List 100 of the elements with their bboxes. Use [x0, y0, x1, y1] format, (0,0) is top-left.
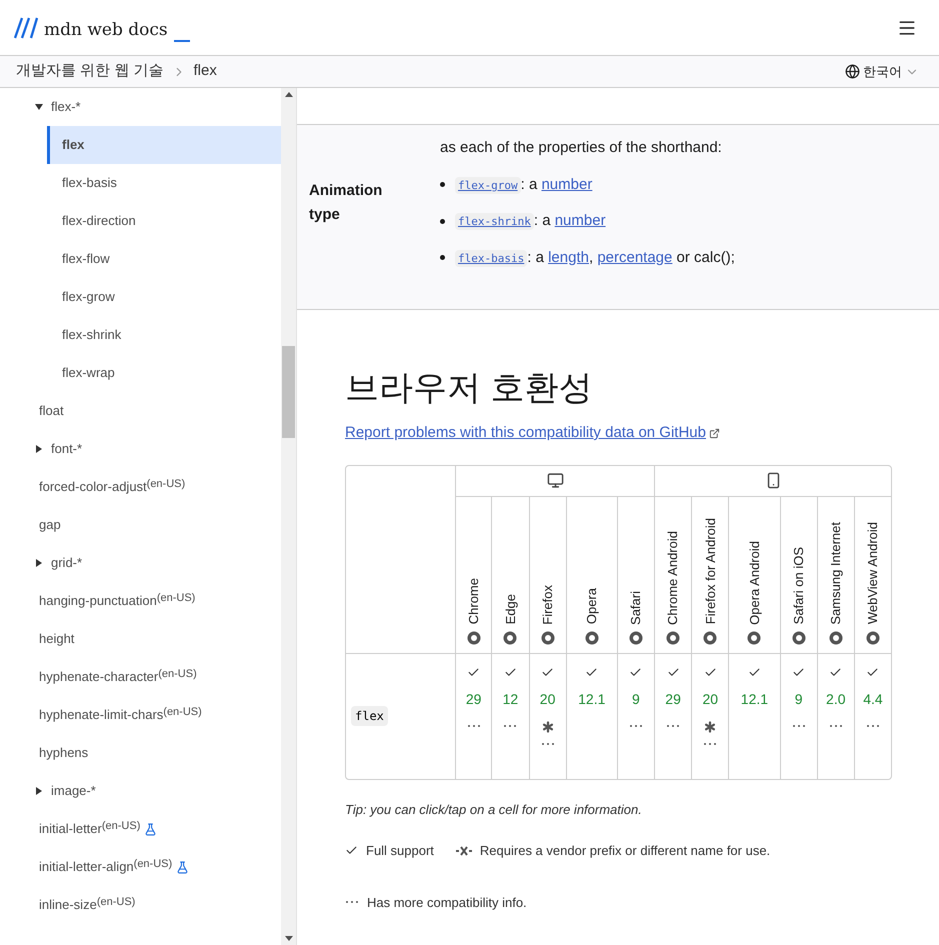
browser-icon	[866, 630, 880, 644]
locale-label: (en-US)	[102, 819, 140, 832]
scroll-down-icon[interactable]	[284, 936, 292, 941]
support-cell[interactable]: 4.4	[854, 654, 891, 778]
sidebar-link[interactable]: inline-size	[39, 895, 97, 915]
globe-icon	[845, 64, 860, 79]
locale-label: (en-US)	[163, 705, 202, 720]
sidebar-item[interactable]: flex-wrap	[47, 354, 281, 392]
sidebar-link[interactable]: hanging-punctuation	[39, 591, 157, 611]
browser-icon	[666, 630, 680, 644]
sidebar-link[interactable]: hyphenate-limit-chars	[39, 705, 164, 725]
language-selector[interactable]: 한국어	[845, 62, 919, 82]
browser-icon	[703, 630, 718, 644]
logo-text[interactable]: mdn web docs	[44, 22, 168, 38]
browser-name: Opera	[583, 588, 600, 624]
report-link[interactable]: Report problems with this compatibility data on GitHub	[345, 422, 706, 444]
sidebar-group[interactable]: image-*	[0, 772, 281, 810]
support-cell[interactable]: 20	[528, 654, 566, 778]
ellipsis-icon	[345, 900, 359, 904]
version-number: 2.0	[826, 690, 846, 708]
scrollbar[interactable]	[281, 88, 296, 945]
support-cell[interactable]: 29	[456, 654, 492, 778]
collapsed-triangle-icon	[35, 559, 43, 567]
sidebar-item[interactable]: flex	[47, 126, 281, 164]
browser-name: Firefox for Android	[702, 518, 718, 624]
code-link[interactable]: flex-grow	[455, 176, 521, 194]
browser-name: Safari	[627, 590, 644, 624]
sidebar-item[interactable]: flex-basis	[47, 164, 281, 202]
check-icon	[467, 666, 480, 678]
check-icon	[704, 666, 717, 678]
sidebar-link[interactable]: hyphenate-character	[39, 667, 158, 687]
logo-cursor	[174, 40, 190, 42]
support-cell[interactable]: 2.0	[816, 654, 854, 778]
sidebar-item[interactable]: flex-shrink	[47, 316, 281, 354]
sidebar-item[interactable]: flex-direction	[47, 202, 281, 240]
section-heading: 브라우저 호환성	[345, 368, 594, 409]
breadcrumb-link[interactable]: flex	[194, 60, 217, 83]
scroll-up-icon[interactable]	[284, 92, 292, 97]
text-link[interactable]: percentage	[597, 248, 672, 266]
sidebar-link[interactable]: gap	[39, 515, 61, 535]
code-link[interactable]: flex-basis	[455, 250, 528, 266]
version-number: 29	[665, 690, 681, 708]
row-intro: as each of the properties of the shorthand:	[440, 138, 723, 158]
breadcrumb-link[interactable]: 개발자를 위한 웹 기술	[16, 60, 164, 83]
sidebar-link[interactable]: initial-letter	[39, 819, 102, 839]
support-cell[interactable]: 29	[654, 654, 692, 778]
version-number: 12.1	[740, 690, 768, 708]
browser-name: WebView Android	[864, 522, 882, 624]
sidebar-group[interactable]: grid-*	[0, 544, 281, 582]
locale-label: (en-US)	[134, 857, 172, 872]
sidebar-link[interactable]: hyphens	[39, 743, 88, 763]
version-number: 12.1	[578, 690, 606, 708]
locale-label: (en-US)	[156, 591, 196, 606]
sidebar-item[interactable]: flex-grow	[47, 278, 281, 316]
ellipsis-icon	[792, 724, 806, 728]
browser-name: Chrome Android	[664, 530, 682, 624]
check-icon	[541, 666, 554, 678]
bullet-icon	[440, 218, 445, 224]
feature-name: flex	[351, 706, 388, 726]
check-icon	[629, 666, 642, 678]
support-cell[interactable]: 9	[616, 654, 654, 778]
text-link[interactable]: length	[548, 248, 589, 266]
sidebar-group[interactable]: flex-*	[0, 88, 281, 126]
version-number: 9	[632, 690, 640, 708]
sidebar-link[interactable]: float	[39, 401, 64, 421]
bullet-icon	[440, 182, 445, 188]
check-icon	[829, 666, 842, 678]
scrollbar-thumb[interactable]	[282, 346, 295, 438]
support-cell[interactable]: 20	[691, 654, 728, 778]
sidebar-link[interactable]: height	[39, 629, 74, 649]
logo-icon[interactable]	[14, 16, 38, 38]
browser-icon	[466, 630, 481, 644]
support-cell[interactable]: 12	[491, 654, 528, 778]
sidebar-link[interactable]: forced-color-adjust	[39, 477, 147, 497]
browser-name: Opera Android	[746, 540, 763, 624]
support-cell[interactable]: 12.1	[566, 654, 617, 778]
text-link[interactable]: number	[541, 176, 592, 192]
expanded-triangle-icon	[35, 103, 43, 111]
ellipsis-icon	[503, 724, 518, 728]
sidebar-item[interactable]: flex-flow	[47, 240, 281, 278]
legend-label: Full support	[366, 842, 434, 860]
browser-icon	[584, 630, 599, 644]
sidebar-link[interactable]: initial-letter-align	[39, 857, 134, 877]
text-link[interactable]: number	[554, 212, 606, 229]
locale-label: (en-US)	[96, 895, 136, 910]
locale-label: (en-US)	[158, 667, 197, 682]
version-number: 12	[502, 690, 518, 708]
check-icon	[504, 666, 517, 678]
code-link[interactable]: flex-shrink	[455, 213, 534, 230]
ellipsis-icon	[828, 724, 843, 728]
list-text: flex-basis : a length, percentage or calc();	[455, 246, 735, 269]
browser-icon	[503, 630, 518, 644]
support-cell[interactable]: 12.1	[728, 654, 780, 778]
check-icon	[666, 666, 680, 678]
tip-text: Tip: you can click/tap on a cell for more information.	[345, 800, 643, 819]
support-cell[interactable]: 9	[780, 654, 817, 778]
browser-name: Edge	[502, 594, 519, 624]
sidebar-group[interactable]: font-*	[0, 430, 281, 468]
check-icon	[585, 666, 598, 678]
browser-icon	[628, 630, 643, 644]
